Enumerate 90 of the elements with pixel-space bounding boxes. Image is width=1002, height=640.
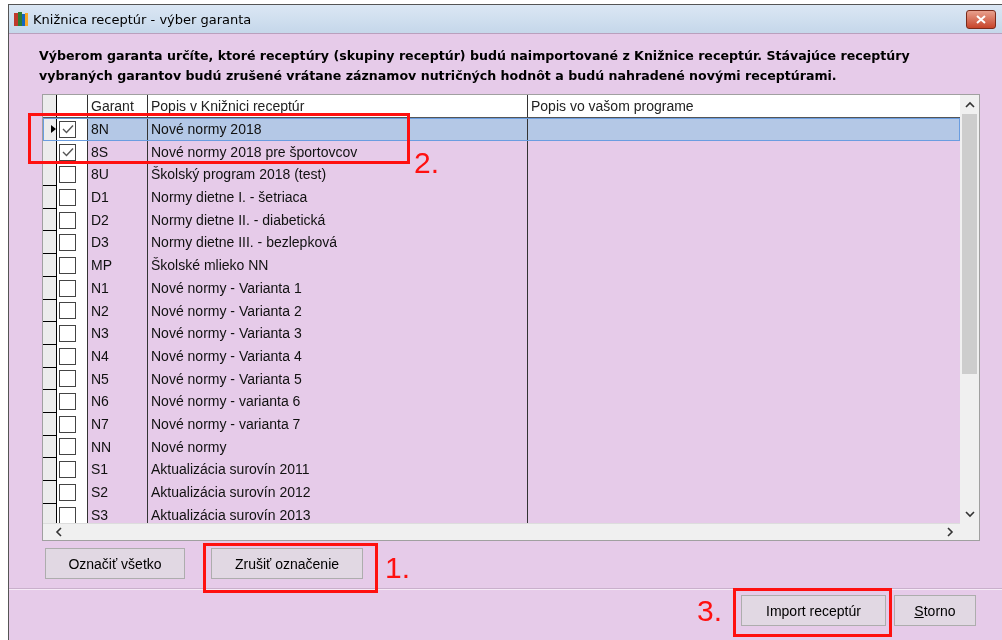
close-button[interactable] (966, 9, 996, 29)
table-cell: N6 (87, 390, 147, 413)
row-selector[interactable] (43, 118, 57, 141)
description-text: Výberom garanta určíte, ktoré receptúry (skupiny receptúr) budú naimportované z Knižnice receptúr. Stávajúce receptúry vybraných garantov budú zrušené vrátane záznamov nutričných hodnôt a budú nahradené novými receptúrami. (39, 47, 911, 85)
table-cell: Normy dietne I. - šetriaca (147, 186, 527, 209)
window-title: Knižnica receptúr - výber garanta (33, 11, 252, 27)
checkbox[interactable] (59, 188, 76, 206)
row-selector[interactable] (43, 412, 57, 436)
row-selector[interactable] (43, 186, 57, 209)
column-header[interactable]: Garant (87, 95, 147, 117)
row-selector[interactable] (43, 435, 57, 459)
checkbox[interactable] (59, 211, 76, 229)
checkbox[interactable] (59, 370, 76, 388)
table-row[interactable]: D2 Normy dietne II. - diabetická (43, 208, 960, 232)
scroll-up-icon[interactable] (964, 101, 975, 108)
row-selector[interactable] (43, 276, 57, 300)
table-row[interactable]: N6 Nové normy - varianta 6 (43, 390, 960, 413)
scroll-left-icon[interactable] (55, 527, 62, 538)
table-cell: Aktualizácia surovín 2012 (147, 481, 527, 504)
step-number: 3. (697, 594, 723, 628)
table-cell: D1 (87, 186, 147, 209)
table-row[interactable]: 8N Nové normy 2018 (43, 118, 960, 141)
table-row[interactable]: N7 Nové normy - varianta 7 (43, 412, 960, 436)
table-row[interactable]: NN Nové normy (43, 435, 960, 459)
table-cell: Nové normy 2018 (147, 118, 527, 141)
checkbox[interactable] (59, 120, 76, 138)
selection-button[interactable]: Zrušiť označenie (211, 548, 363, 579)
row-selector[interactable] (43, 367, 57, 391)
checkbox[interactable] (59, 438, 76, 456)
checkbox[interactable] (59, 506, 76, 524)
selection-button[interactable]: Označiť všetko (45, 548, 185, 579)
row-selector[interactable] (43, 481, 57, 504)
table-row[interactable]: S1 Aktualizácia surovín 2011 (43, 458, 960, 481)
checkbox[interactable] (59, 166, 76, 184)
row-selector[interactable] (43, 163, 57, 187)
checkbox[interactable] (59, 483, 76, 501)
dialog-button[interactable]: Storno (894, 595, 976, 626)
checkbox[interactable] (59, 347, 76, 365)
table-cell: N7 (87, 412, 147, 436)
table-row[interactable]: N3 Nové normy - Varianta 3 (43, 322, 960, 345)
table-cell: Nové normy - Varianta 4 (147, 344, 527, 368)
table-cell: 8N (87, 118, 147, 141)
table-row[interactable]: N1 Nové normy - Varianta 1 (43, 276, 960, 300)
table-cell: N4 (87, 344, 147, 368)
vertical-scrollbar[interactable] (960, 95, 979, 540)
scroll-down-icon[interactable] (964, 511, 975, 518)
row-selector[interactable] (43, 503, 57, 524)
table-cell: S2 (87, 481, 147, 504)
table-row[interactable]: N2 Nové normy - Varianta 2 (43, 299, 960, 323)
table-row[interactable]: MP Školské mlieko NN (43, 254, 960, 277)
checkbox[interactable] (59, 256, 76, 274)
table-cell: N1 (87, 276, 147, 300)
checkbox[interactable] (59, 393, 76, 411)
book-stack-icon (13, 11, 29, 27)
table-cell: Školské mlieko NN (147, 254, 527, 277)
table-row[interactable]: S3 Aktualizácia surovín 2013 (43, 503, 960, 524)
table-cell: N3 (87, 322, 147, 345)
dialog-button[interactable]: Import receptúr (741, 595, 886, 626)
row-selector[interactable] (43, 208, 57, 232)
table-cell: Nové normy - varianta 7 (147, 412, 527, 436)
checkbox[interactable] (59, 302, 76, 320)
scroll-right-icon[interactable] (947, 527, 954, 538)
checkbox[interactable] (59, 234, 76, 252)
table-row[interactable]: S2 Aktualizácia surovín 2012 (43, 481, 960, 504)
row-selector[interactable] (43, 299, 57, 323)
row-selector[interactable] (43, 322, 57, 345)
horizontal-scrollbar[interactable] (43, 523, 960, 540)
row-pointer-icon (51, 124, 56, 133)
checkbox[interactable] (59, 279, 76, 297)
row-selector[interactable] (43, 254, 57, 277)
row-selector[interactable] (43, 390, 57, 413)
scrollbar-thumb[interactable] (962, 114, 977, 374)
table-row[interactable]: N5 Nové normy - Varianta 5 (43, 367, 960, 391)
step-number: 1. (385, 551, 411, 585)
table-cell: Nové normy - varianta 6 (147, 390, 527, 413)
table-cell: Nové normy - Varianta 3 (147, 322, 527, 345)
checkbox[interactable] (59, 415, 76, 433)
row-selector[interactable] (43, 458, 57, 481)
table-row[interactable]: D3 Normy dietne III. - bezlepková (43, 231, 960, 255)
table-row[interactable]: D1 Normy dietne I. - šetriaca (43, 186, 960, 209)
close-icon (976, 14, 986, 24)
table-cell: Nové normy - Varianta 1 (147, 276, 527, 300)
checkbox[interactable] (59, 461, 76, 479)
table-row[interactable]: N4 Nové normy - Varianta 4 (43, 344, 960, 368)
row-selector[interactable] (43, 344, 57, 368)
row-selector[interactable] (43, 231, 57, 255)
column-header[interactable]: Popis v Knižnici receptúr (147, 95, 527, 117)
table-cell: MP (87, 254, 147, 277)
checkbox[interactable] (59, 143, 76, 161)
checkbox[interactable] (59, 325, 76, 343)
